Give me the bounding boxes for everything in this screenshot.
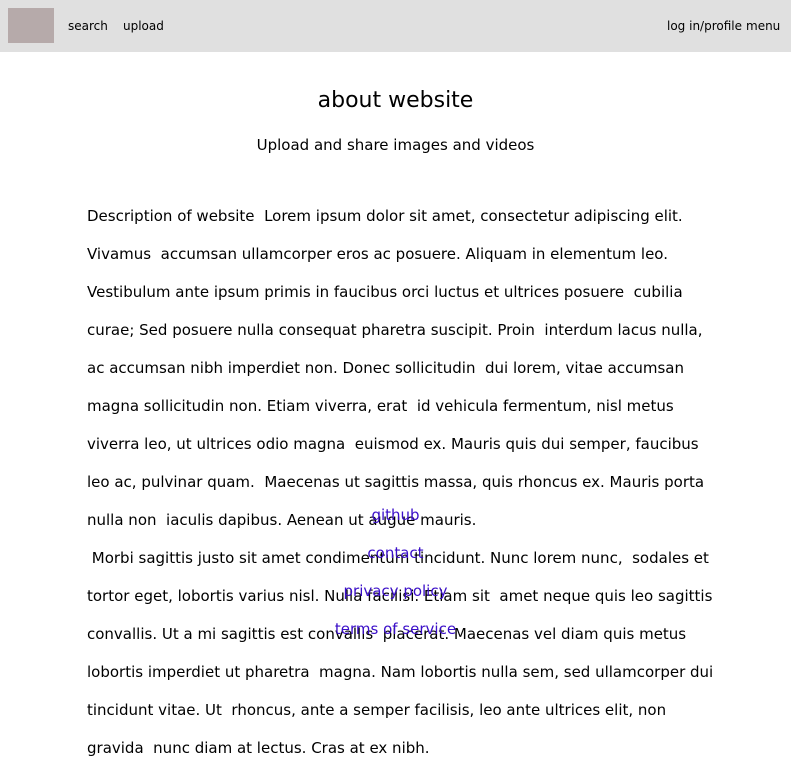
description-line: magna sollicitudin non. Etiam viverra, e… <box>87 397 674 415</box>
description-line: curae; Sed posuere nulla consequat phare… <box>87 321 703 339</box>
nav-login-profile-link[interactable]: log in/profile <box>667 18 742 34</box>
description-line: gravida nunc diam at lectus. Cras at ex … <box>87 739 430 757</box>
description-line: viverra leo, ut ultrices odio magna euis… <box>87 435 699 453</box>
nav-upload-link[interactable]: upload <box>123 18 164 34</box>
description-line: ac accumsan nibh imperdiet non. Donec so… <box>87 359 684 377</box>
github-link[interactable]: github <box>0 505 791 525</box>
description-line: leo ac, pulvinar quam. Maecenas ut sagit… <box>87 473 705 491</box>
description-line: Vivamus accumsan ullamcorper eros ac pos… <box>87 245 668 263</box>
logo-placeholder[interactable] <box>8 8 54 43</box>
description-line: Description of website Lorem ipsum dolor… <box>87 207 683 225</box>
contact-link[interactable]: contact <box>0 543 791 563</box>
page-title: about website <box>317 88 474 113</box>
description-line: lobortis imperdiet ut pharetra magna. Na… <box>87 663 714 681</box>
website-description: Description of website Lorem ipsum dolor… <box>87 188 717 777</box>
page-subtitle: Upload and share images and videos <box>256 136 535 154</box>
description-line: Vestibulum ante ipsum primis in faucibus… <box>87 283 683 301</box>
nav-search-link[interactable]: search <box>68 18 108 34</box>
nav-menu-link[interactable]: menu <box>746 18 780 34</box>
description-line: tincidunt vitae. Ut rhoncus, ante a semp… <box>87 701 667 719</box>
privacy-policy-link[interactable]: privacy policy <box>0 581 791 601</box>
terms-of-service-link[interactable]: terms of service <box>0 619 791 639</box>
top-nav-bar: search upload log in/profile menu <box>0 0 791 52</box>
